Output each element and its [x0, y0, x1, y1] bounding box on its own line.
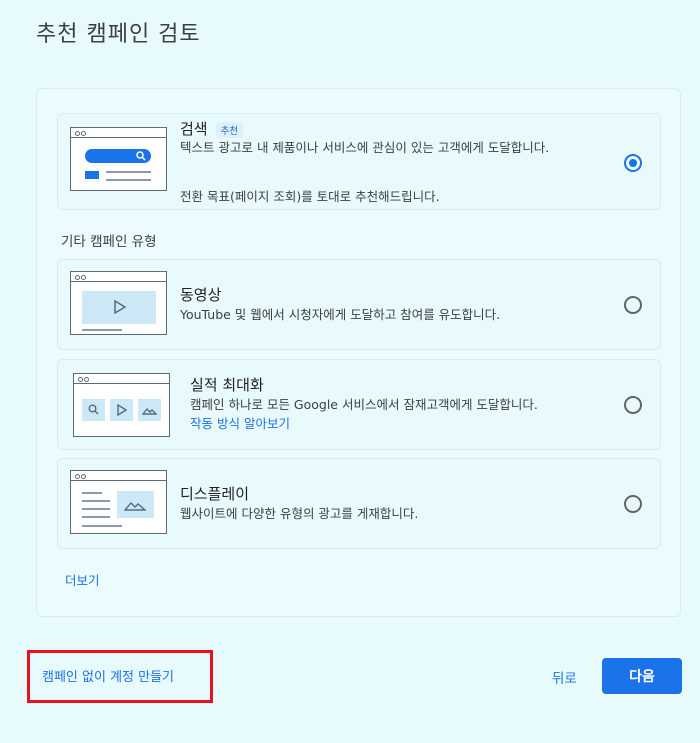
search-thumbnail — [70, 127, 167, 191]
performance-max-radio[interactable] — [624, 396, 642, 414]
how-it-works-link[interactable]: 작동 방식 알아보기 — [190, 414, 290, 433]
card-title: 동영상 — [180, 286, 222, 304]
card-description: YouTube 및 웹에서 시청자에게 도달하고 참여를 유도합니다. — [180, 307, 501, 322]
image-icon — [142, 407, 157, 415]
video-radio[interactable] — [624, 296, 642, 314]
back-button[interactable]: 뒤로 — [552, 667, 577, 687]
other-types-label: 기타 캠페인 유형 — [61, 234, 157, 250]
play-icon — [117, 404, 127, 416]
create-account-without-campaign-link[interactable]: 캠페인 없이 계정 만들기 — [42, 666, 174, 685]
search-radio[interactable] — [624, 154, 642, 172]
recommendation-note: 전환 목표(페이지 조회)를 토대로 추천해드립니다. — [180, 189, 440, 204]
campaign-card-display[interactable]: 디스플레이 웹사이트에 다양한 유형의 광고를 게재합니다. — [57, 458, 661, 549]
campaign-panel: 검색 추천 텍스트 광고로 내 제품이나 서비스에 관심이 있는 고객에게 도달합… — [36, 88, 681, 617]
card-title: 검색 — [180, 120, 208, 138]
search-icon — [136, 151, 146, 161]
search-icon — [88, 404, 99, 415]
recommended-badge: 추천 — [215, 121, 244, 138]
display-thumbnail — [70, 470, 167, 534]
card-description: 캠페인 하나로 모든 Google 서비스에서 잠재고객에게 도달합니다. — [190, 397, 538, 412]
campaign-card-search[interactable]: 검색 추천 텍스트 광고로 내 제품이나 서비스에 관심이 있는 고객에게 도달합… — [57, 113, 661, 210]
campaign-card-performance-max[interactable]: 실적 최대화 캠페인 하나로 모든 Google 서비스에서 잠재고객에게 도달… — [57, 359, 661, 450]
card-description: 텍스트 광고로 내 제품이나 서비스에 관심이 있는 고객에게 도달합니다. — [180, 140, 550, 155]
performance-max-thumbnail — [73, 373, 170, 437]
next-button[interactable]: 다음 — [602, 658, 682, 694]
image-icon — [124, 501, 146, 511]
card-description: 웹사이트에 다양한 유형의 광고를 게재합니다. — [180, 506, 419, 521]
more-link[interactable]: 더보기 — [65, 570, 100, 589]
card-title: 디스플레이 — [180, 485, 250, 503]
campaign-card-video[interactable]: 동영상 YouTube 및 웹에서 시청자에게 도달하고 참여를 유도합니다. — [57, 259, 661, 350]
page-title: 추천 캠페인 검토 — [36, 22, 201, 47]
display-radio[interactable] — [624, 495, 642, 513]
card-title: 실적 최대화 — [190, 376, 264, 394]
play-icon — [114, 300, 126, 314]
video-thumbnail — [70, 271, 167, 335]
